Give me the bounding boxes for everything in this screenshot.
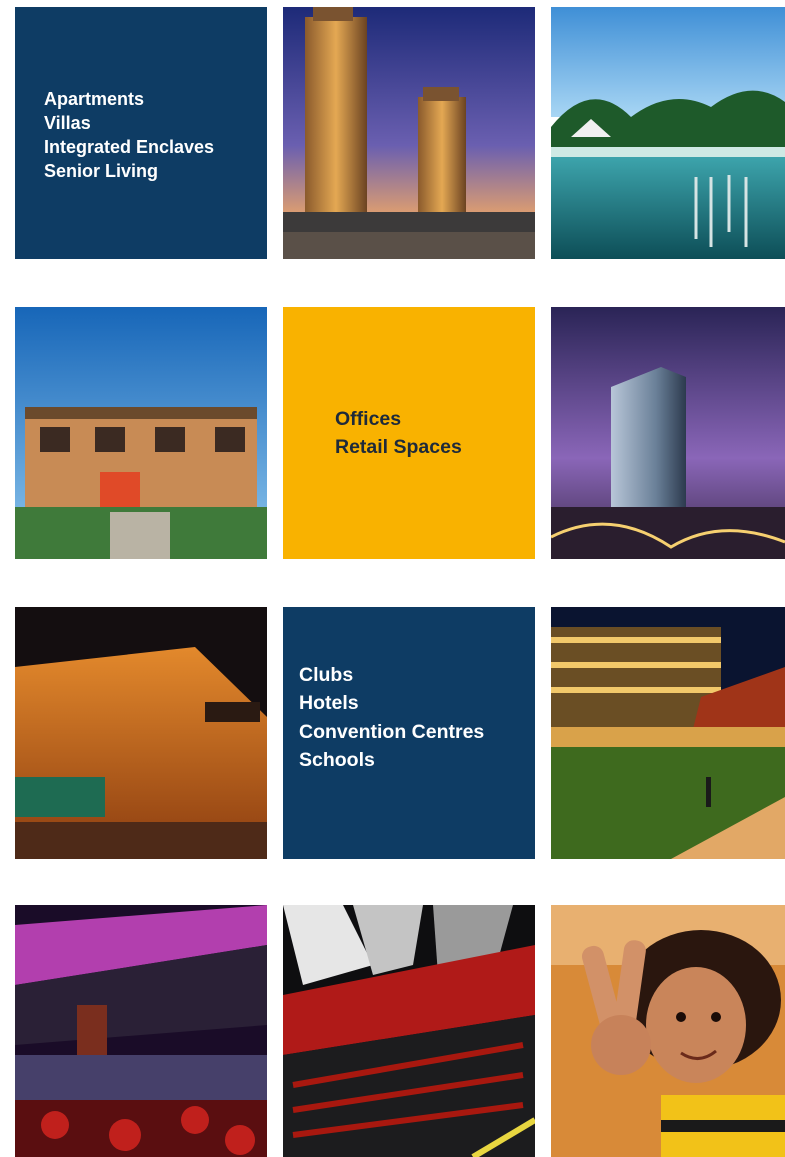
category-label: Villas: [44, 113, 91, 134]
pool-photo: [551, 7, 785, 259]
hospitality-categories-tile: Clubs Hotels Convention Centres Schools: [283, 607, 535, 859]
category-label: Integrated Enclaves: [44, 137, 215, 158]
commercial-categories-tile: Offices Retail Spaces: [283, 307, 535, 559]
office-tower-photo: [551, 307, 785, 559]
category-label: Convention Centres: [299, 720, 485, 743]
category-label: Clubs: [299, 664, 354, 686]
hotel-lawn-photo: [551, 607, 785, 859]
residential-categories-tile: Apartments Villas Integrated Enclaves Se…: [15, 7, 267, 259]
category-label: Apartments: [44, 89, 145, 109]
mall-photo: [15, 607, 267, 859]
category-label: Schools: [299, 748, 375, 771]
category-label: Offices: [335, 408, 402, 430]
twin-towers-photo: [283, 7, 535, 259]
convention-hall-photo: [15, 905, 267, 1157]
child-photo: [551, 905, 785, 1157]
category-label: Hotels: [299, 692, 359, 715]
category-label: Senior Living: [44, 161, 159, 182]
category-label: Retail Spaces: [335, 436, 462, 459]
auditorium-photo: [283, 905, 535, 1157]
villas-photo: [15, 307, 267, 559]
